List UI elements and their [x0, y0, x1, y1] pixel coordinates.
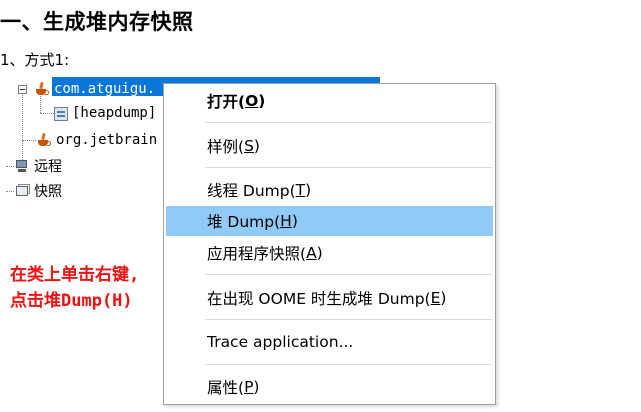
menu-item-open[interactable]: 打开(O): [166, 86, 493, 116]
tree-item-heapdump[interactable]: [heapdump]: [54, 103, 156, 123]
java-app-icon: [36, 132, 52, 148]
tree-item-label: com.atguigu.: [54, 81, 156, 97]
tree-item-label: 快照: [34, 184, 62, 200]
tree-item-remote[interactable]: 远程: [14, 156, 62, 176]
menu-separator: [205, 319, 492, 320]
java-app-icon: [34, 81, 50, 97]
annotation-line-1: 在类上单击右键,: [10, 265, 140, 285]
menu-separator: [205, 274, 492, 275]
menu-item-trace-application[interactable]: Trace application...: [166, 327, 493, 357]
menu-item-sample[interactable]: 样例(S): [166, 131, 493, 161]
menu-separator: [205, 167, 492, 168]
menu-item-heap-dump-on-oome[interactable]: 在出现 OOME 时生成堆 Dump(E): [166, 283, 493, 313]
annotation-line-2: 点击堆Dump(H): [10, 291, 133, 311]
menu-item-heap-dump[interactable]: 堆 Dump(H): [166, 206, 493, 236]
snapshot-icon: [14, 183, 30, 199]
remote-host-icon: [14, 158, 30, 174]
context-menu: 打开(O) 样例(S) 线程 Dump(T) 堆 Dump(H) 应用程序快照(…: [163, 83, 496, 405]
tree-item-label: org.jetbrain: [56, 132, 158, 148]
menu-item-properties[interactable]: 属性(P): [166, 372, 493, 402]
method-subheading: 1、方式1:: [0, 51, 70, 69]
page-heading: 一、生成堆内存快照: [0, 10, 194, 34]
tree-item-label: 远程: [34, 159, 62, 175]
menu-item-thread-dump[interactable]: 线程 Dump(T): [166, 175, 493, 205]
collapse-toggle-icon[interactable]: [18, 84, 27, 94]
red-annotation: 在类上单击右键, 点击堆Dump(H): [10, 262, 139, 314]
tree-item-snapshots[interactable]: 快照: [14, 181, 62, 201]
tree-item-atguigu-app[interactable]: com.atguigu.: [18, 79, 155, 99]
tree-item-jetbrains-app[interactable]: org.jetbrain: [36, 130, 157, 150]
tree-item-label: [heapdump]: [72, 105, 157, 121]
menu-item-app-snapshot[interactable]: 应用程序快照(A): [166, 238, 493, 268]
menu-separator: [205, 364, 492, 365]
menu-separator: [205, 122, 492, 123]
heap-dump-icon: [54, 106, 68, 121]
